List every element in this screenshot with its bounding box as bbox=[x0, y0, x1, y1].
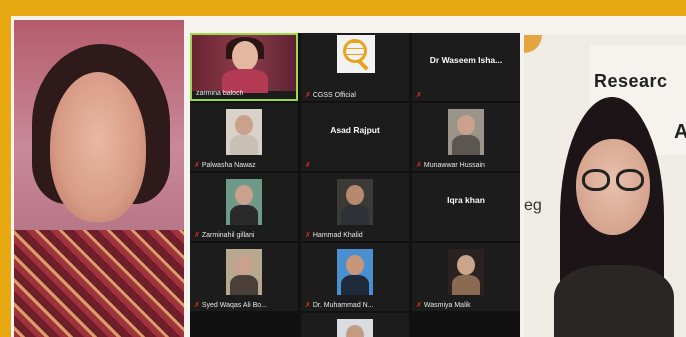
muted-microphone-icon: ✗ bbox=[194, 162, 200, 169]
glasses-left-lens bbox=[582, 169, 610, 191]
participant-body bbox=[230, 275, 258, 295]
participant-head bbox=[457, 255, 475, 275]
participant-head bbox=[235, 115, 253, 135]
participant-name-text: Munawwar Hussain bbox=[423, 162, 485, 169]
participant-tile-iqra-khan[interactable]: Iqra khan bbox=[412, 173, 520, 241]
participant-head bbox=[235, 185, 253, 205]
right-speaker-video: Researc A eg bbox=[524, 35, 686, 337]
participant-photo bbox=[226, 109, 262, 155]
participant-name: ✗ Munawwar Hussain bbox=[416, 161, 485, 169]
background-banner-text-2: A bbox=[674, 121, 686, 143]
participant-display-name: Dr Waseem Isha... bbox=[429, 55, 503, 65]
participant-camera-feed bbox=[192, 35, 296, 93]
participant-photo bbox=[337, 179, 373, 225]
background-side-text: eg bbox=[524, 197, 542, 214]
participant-tile-asad-rajput[interactable]: Asad Rajput ✗ bbox=[301, 103, 409, 171]
participant-display-name: Iqra khan bbox=[447, 195, 485, 205]
participant-tile-zarminahil-gillani[interactable]: ✗ Zarminahil gillani bbox=[190, 173, 298, 241]
participant-name: ✗ bbox=[305, 161, 313, 169]
background-orange-shape bbox=[524, 35, 542, 53]
participant-photo bbox=[226, 249, 262, 295]
muted-microphone-icon: ✗ bbox=[416, 162, 422, 169]
participant-name-text: Syed Waqas Ali Bo... bbox=[201, 302, 267, 309]
participant-tile-dr-muhammad[interactable]: ✗ Dr. Muhammad N... bbox=[301, 243, 409, 311]
glasses-right-lens bbox=[616, 169, 644, 191]
participant-body bbox=[452, 135, 480, 155]
participant-name-text: Hammad Khalid bbox=[312, 232, 363, 239]
speaker-face bbox=[50, 72, 146, 222]
muted-microphone-icon: ✗ bbox=[305, 302, 311, 309]
participant-name: ✗ Palwasha Nawaz bbox=[194, 161, 256, 169]
participant-tile-hammad-khalid[interactable]: ✗ Hammad Khalid bbox=[301, 173, 409, 241]
participant-name-text: Zarminahil gillani bbox=[201, 232, 255, 239]
participant-gallery: zarmina baloch ✗ CGSS Official Dr Waseem … bbox=[190, 33, 520, 337]
participant-name-text: Palwasha Nawaz bbox=[201, 162, 256, 169]
participant-tile-zarmina-baloch[interactable]: zarmina baloch bbox=[190, 33, 298, 101]
participant-tile-syed-waqas[interactable]: ✗ Syed Waqas Ali Bo... bbox=[190, 243, 298, 311]
globe-icon bbox=[343, 39, 367, 63]
muted-microphone-icon: ✗ bbox=[305, 162, 311, 169]
participant-name: ✗ bbox=[416, 91, 424, 99]
participant-head bbox=[346, 325, 364, 337]
participant-tile-partial[interactable] bbox=[301, 313, 409, 337]
participant-body bbox=[341, 205, 369, 225]
participant-head bbox=[235, 255, 253, 275]
participant-name: zarmina baloch bbox=[196, 90, 243, 97]
participant-name: ✗ Wasmiya Malik bbox=[416, 301, 471, 309]
muted-microphone-icon: ✗ bbox=[305, 92, 311, 99]
participant-body bbox=[341, 275, 369, 295]
participant-head bbox=[346, 185, 364, 205]
muted-microphone-icon: ✗ bbox=[194, 302, 200, 309]
participant-name-text: Dr. Muhammad N... bbox=[312, 302, 374, 309]
muted-microphone-icon: ✗ bbox=[194, 232, 200, 239]
participant-head bbox=[232, 41, 258, 71]
participant-tile-munawwar-hussain[interactable]: ✗ Munawwar Hussain bbox=[412, 103, 520, 171]
participant-tile-dr-waseem[interactable]: Dr Waseem Isha... ✗ bbox=[412, 33, 520, 101]
speaker-shirt bbox=[554, 265, 674, 337]
participant-tile-palwasha-nawaz[interactable]: ✗ Palwasha Nawaz bbox=[190, 103, 298, 171]
participant-name: ✗ Syed Waqas Ali Bo... bbox=[194, 301, 267, 309]
participant-body bbox=[452, 275, 480, 295]
participant-name: ✗ Zarminahil gillani bbox=[194, 231, 254, 239]
participant-photo bbox=[226, 179, 262, 225]
magnifier-handle-icon bbox=[357, 59, 369, 71]
participant-name-text: zarmina baloch bbox=[196, 90, 244, 97]
participant-head bbox=[346, 255, 364, 275]
participant-tile-wasmiya-malik[interactable]: ✗ Wasmiya Malik bbox=[412, 243, 520, 311]
speaker-scarf bbox=[14, 230, 184, 337]
muted-microphone-icon: ✗ bbox=[305, 232, 311, 239]
muted-microphone-icon: ✗ bbox=[416, 302, 422, 309]
participant-name: ✗ CGSS Official bbox=[305, 91, 356, 99]
cgss-logo-icon bbox=[337, 35, 375, 73]
participant-photo bbox=[448, 249, 484, 295]
participant-body bbox=[230, 135, 258, 155]
participant-name-text: Wasmiya Malik bbox=[423, 302, 471, 309]
muted-microphone-icon: ✗ bbox=[416, 92, 422, 99]
participant-name: ✗ Dr. Muhammad N... bbox=[305, 301, 374, 309]
left-speaker-video bbox=[14, 20, 184, 337]
participant-photo bbox=[448, 109, 484, 155]
participant-display-name: Asad Rajput bbox=[330, 125, 380, 135]
participant-tile-cgss-official[interactable]: ✗ CGSS Official bbox=[301, 33, 409, 101]
participant-head bbox=[457, 115, 475, 135]
participant-photo bbox=[337, 249, 373, 295]
participant-body bbox=[230, 205, 258, 225]
participant-name: ✗ Hammad Khalid bbox=[305, 231, 363, 239]
participant-photo bbox=[337, 319, 373, 337]
participant-name-text: CGSS Official bbox=[312, 92, 356, 99]
background-banner-text: Researc bbox=[594, 71, 668, 91]
